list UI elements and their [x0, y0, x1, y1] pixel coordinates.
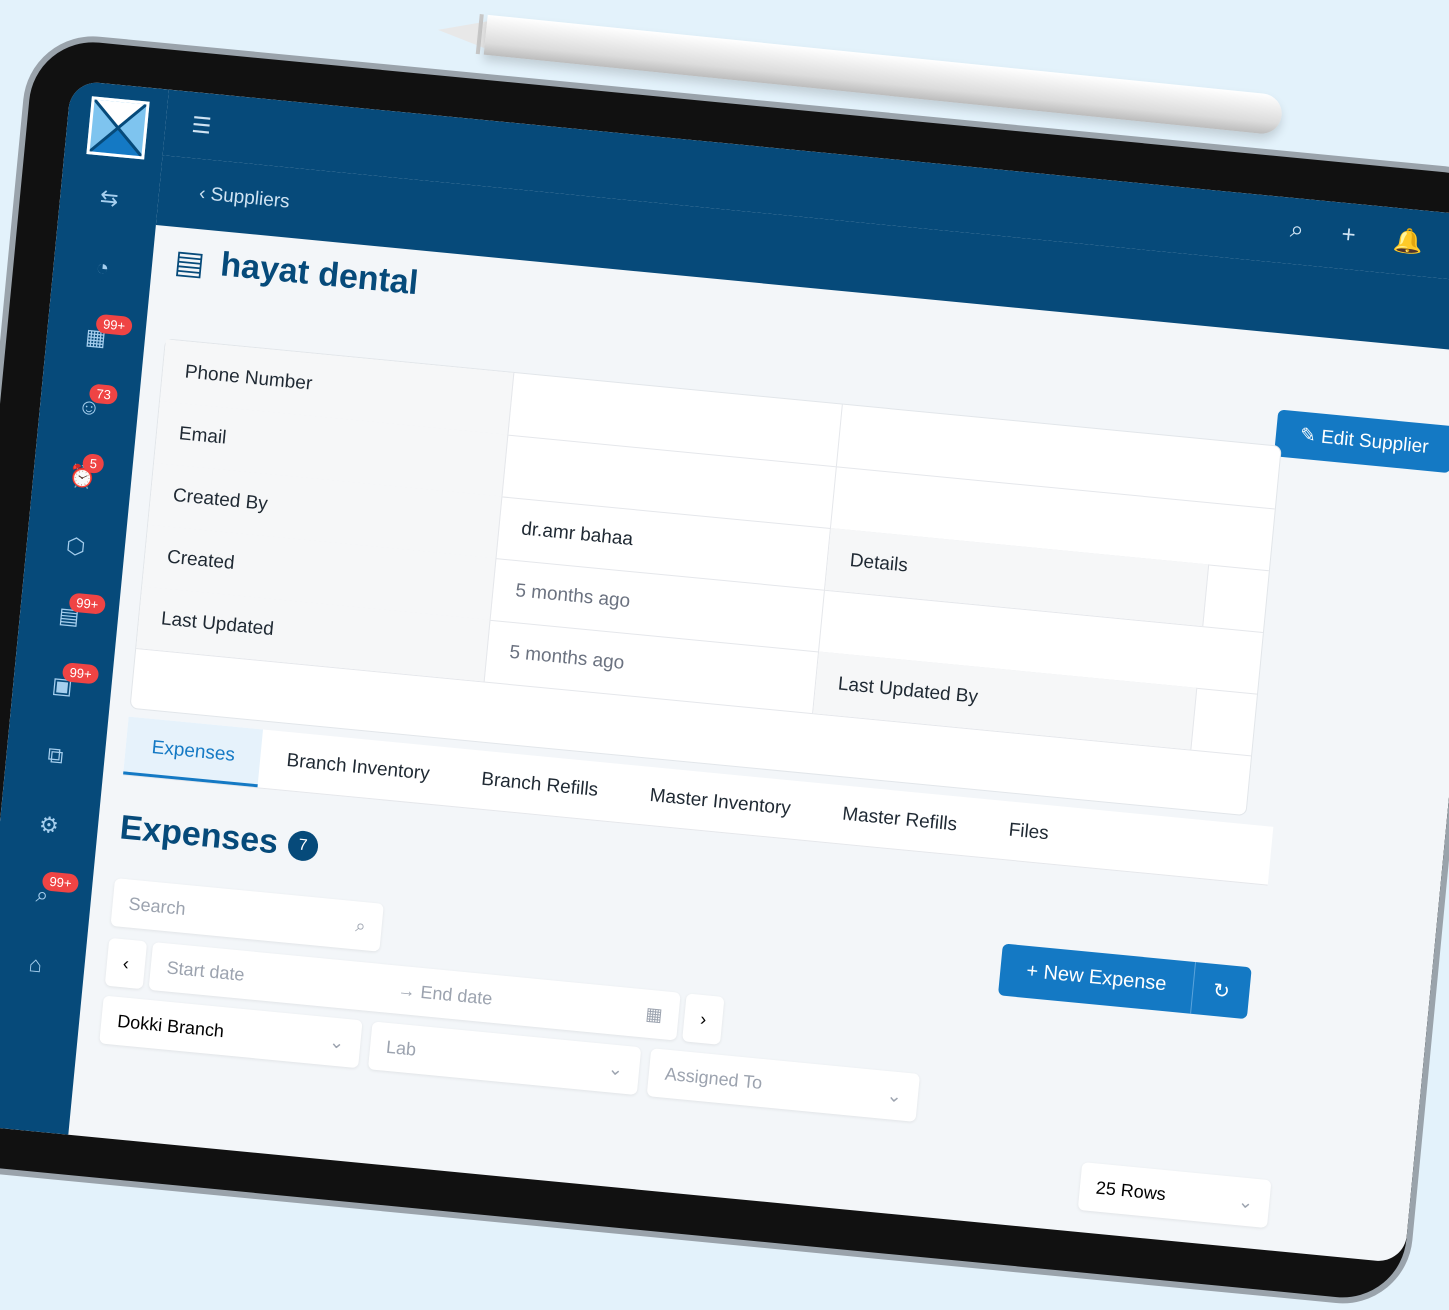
end-date-placeholder: → End date: [396, 979, 494, 1009]
tab-branch-refills[interactable]: Branch Refills: [453, 748, 627, 822]
chevron-down-icon: ⌄: [607, 1057, 625, 1080]
search-icon[interactable]: ⌕: [355, 915, 367, 937]
prev-date-button[interactable]: ‹: [104, 937, 148, 990]
notification-badge: 99+: [61, 662, 100, 685]
next-date-button[interactable]: ›: [682, 993, 725, 1045]
payments-icon[interactable]: ▣ 99+: [11, 660, 113, 713]
tab-expenses[interactable]: Expenses: [123, 716, 264, 788]
chevron-down-icon: ⌄: [328, 1030, 346, 1053]
appointments-icon[interactable]: ▦ 99+: [45, 311, 147, 364]
invoice-icon[interactable]: ▤ 99+: [18, 590, 120, 643]
expenses-title: Expenses: [118, 808, 280, 862]
refresh-icon[interactable]: ↻: [1191, 962, 1252, 1019]
menu-toggle-icon[interactable]: ☰: [190, 112, 212, 140]
bank-icon[interactable]: ⌂: [0, 938, 86, 991]
alarm-icon[interactable]: ⏰ 5: [32, 450, 134, 503]
notification-badge: 5: [81, 453, 105, 475]
branch-select-value: Dokki Branch: [116, 1010, 225, 1041]
page-title: hayat dental: [218, 245, 420, 303]
branches-icon[interactable]: ⧉: [5, 729, 107, 782]
tab-branch-inventory[interactable]: Branch Inventory: [258, 730, 458, 806]
app-logo[interactable]: [86, 96, 150, 160]
rows-per-page-value: 25 Rows: [1095, 1177, 1167, 1204]
search-icon[interactable]: ⌕: [1289, 216, 1305, 246]
notification-badge: 99+: [68, 592, 107, 615]
notification-badge: 99+: [41, 871, 80, 894]
breadcrumb[interactable]: ‹ Suppliers: [198, 183, 291, 214]
notification-badge: 99+: [95, 313, 134, 337]
start-date-placeholder: Start date: [165, 956, 246, 985]
inventory-icon[interactable]: ⬡: [25, 520, 127, 573]
bell-icon[interactable]: 🔔: [1392, 226, 1425, 258]
assigned-to-placeholder: Assigned To: [663, 1063, 764, 1093]
dashboard-icon[interactable]: ◔: [52, 241, 154, 294]
reports-icon[interactable]: ⌕ 99+: [0, 869, 93, 922]
document-icon: ▤: [172, 242, 207, 282]
expenses-header: Expenses 7: [118, 808, 320, 866]
breadcrumb-suppliers[interactable]: Suppliers: [210, 184, 291, 212]
assigned-to-select[interactable]: Assigned To ⌄: [646, 1048, 921, 1122]
chevron-down-icon: ⌄: [1237, 1190, 1255, 1213]
rows-per-page-select[interactable]: 25 Rows ⌄: [1077, 1162, 1272, 1229]
edit-supplier-button[interactable]: ✎ Edit Supplier: [1273, 409, 1449, 474]
patients-icon[interactable]: ☺ 73: [38, 381, 140, 434]
add-icon[interactable]: +: [1340, 221, 1357, 251]
tab-master-inventory[interactable]: Master Inventory: [621, 765, 819, 841]
new-expense-button[interactable]: + New Expense: [997, 943, 1196, 1014]
search-input[interactable]: Search ⌕: [110, 878, 384, 952]
swap-icon[interactable]: ⇆: [58, 172, 160, 225]
expenses-count-badge: 7: [286, 829, 320, 862]
app-screen: ⇆ ◔ ▦ 99+ ☺ 73 ⏰ 5 ⬡ ▤ 99+ ▣ 99+ ⧉ ⚙ ⌕ 99+ ⌂ ☰…: [0, 80, 1449, 1264]
calendar-icon[interactable]: ▦: [645, 1003, 664, 1026]
chevron-down-icon: ⌄: [885, 1084, 903, 1106]
settings-icon[interactable]: ⚙: [0, 799, 100, 852]
tablet-frame: ⇆ ◔ ▦ 99+ ☺ 73 ⏰ 5 ⬡ ▤ 99+ ▣ 99+ ⧉ ⚙ ⌕ 99+ ⌂ ☰…: [0, 30, 1449, 1310]
tab-files[interactable]: Files: [980, 799, 1077, 866]
tab-master-refills[interactable]: Master Refills: [814, 783, 986, 857]
new-expense-group: + New Expense ↻: [997, 943, 1253, 1020]
search-placeholder: Search: [127, 893, 187, 919]
page-header: ▤ hayat dental: [173, 241, 420, 303]
lab-placeholder: Lab: [385, 1036, 418, 1060]
notification-badge: 73: [88, 383, 119, 406]
